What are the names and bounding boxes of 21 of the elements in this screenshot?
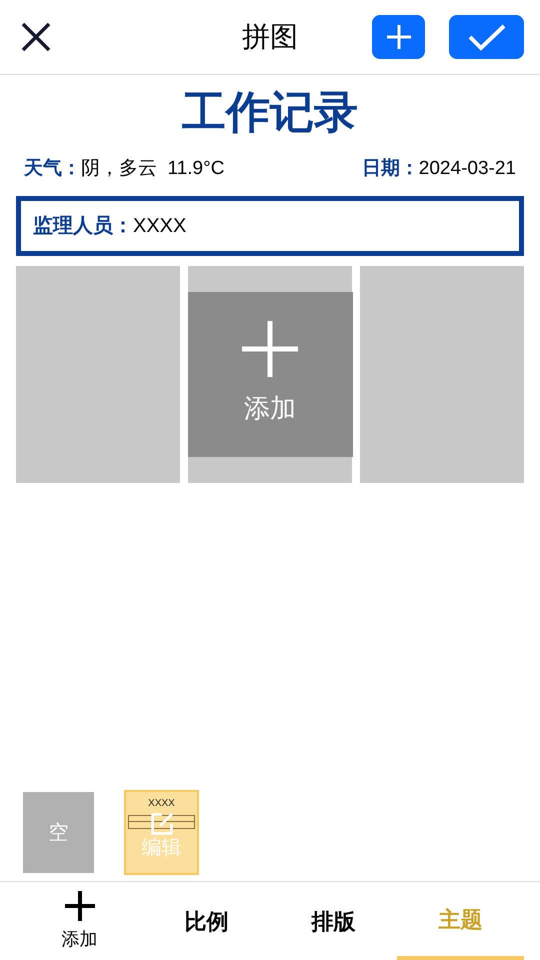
weather-label: 天气： xyxy=(24,157,81,181)
plus-icon xyxy=(242,320,298,376)
weather-value: 阴，多云 11.9°C xyxy=(81,157,224,181)
record-title: 工作记录 xyxy=(181,87,359,139)
nav-tab[interactable]: 排版 xyxy=(270,882,397,960)
close-icon xyxy=(20,21,52,53)
template-thumbnail[interactable]: XXXX 编辑 xyxy=(126,792,197,873)
date-label: 日期： xyxy=(362,157,419,181)
add-button[interactable] xyxy=(372,15,425,59)
supervisor-label: 监理人员： xyxy=(33,214,133,238)
nav-tab[interactable]: 添加 xyxy=(16,882,143,960)
plus-icon xyxy=(386,24,412,50)
document-preview: XXXX xyxy=(128,798,195,829)
supervisor-value: XXXX xyxy=(133,214,186,238)
page-title: 拼图 xyxy=(242,20,298,54)
date-value: 2024-03-21 xyxy=(418,157,516,181)
plus-icon xyxy=(64,890,96,922)
edit-icon xyxy=(150,812,174,836)
nav-tab[interactable]: 比例 xyxy=(143,882,270,960)
check-icon xyxy=(466,23,506,51)
confirm-button[interactable] xyxy=(449,15,524,59)
